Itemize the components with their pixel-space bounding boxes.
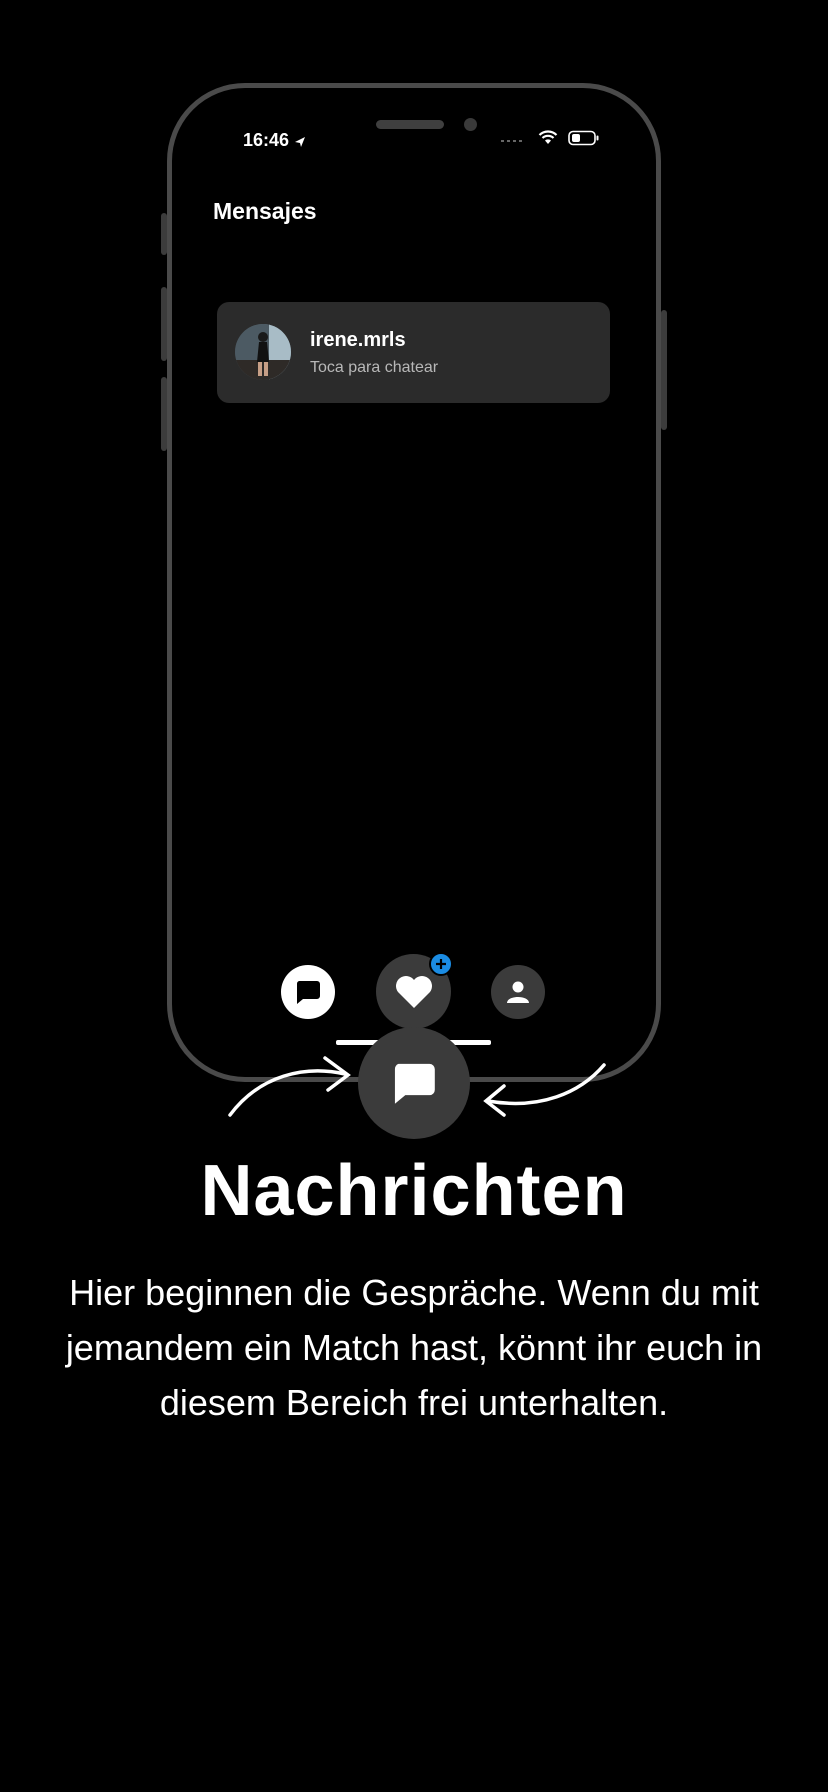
feature-heading: Nachrichten — [200, 1151, 628, 1231]
arrow-right-icon — [483, 1063, 606, 1117]
pointer-arrows — [228, 1056, 606, 1117]
feature-description: Hier beginnen die Gespräche. Wenn du mit… — [65, 1272, 763, 1423]
arrow-left-icon — [228, 1056, 351, 1117]
